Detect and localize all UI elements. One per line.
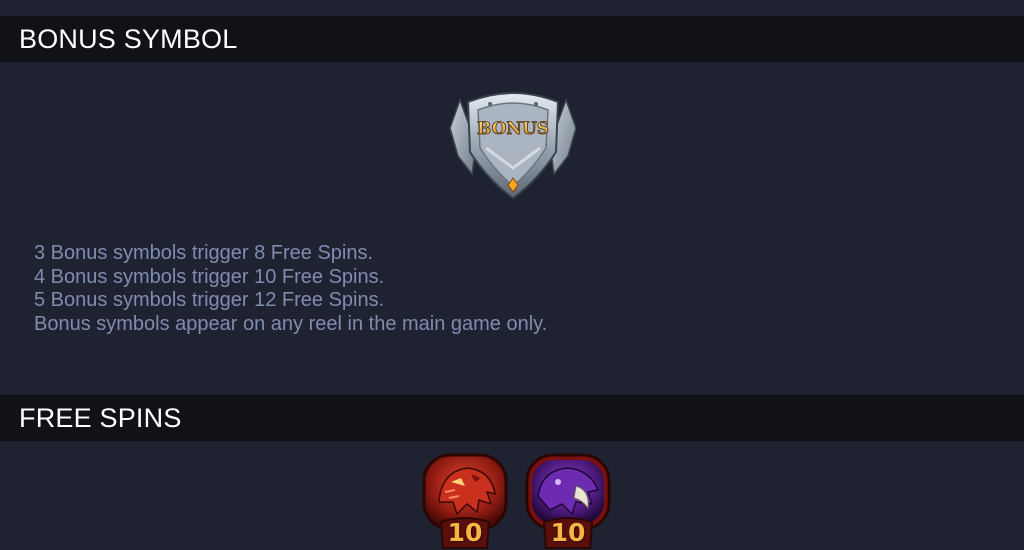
rule-line: 3 Bonus symbols trigger 8 Free Spins. — [34, 242, 374, 264]
purple-dragon-icon: 10 — [524, 452, 612, 550]
bonus-shield-label: BONUS — [477, 119, 549, 139]
rule-line: 5 Bonus symbols trigger 12 Free Spins. — [34, 289, 385, 311]
free-spins-header: FREE SPINS — [0, 395, 1024, 441]
paytable-page: BONUS SYMBOL BONUS 3 Bonus symbols trigg… — [0, 0, 1024, 550]
top-strip — [0, 0, 1024, 16]
rule-line: Bonus symbols appear on any reel in the … — [34, 312, 548, 335]
red-dragon-icon: 10 — [421, 452, 509, 550]
red-dragon-value: 10 — [447, 518, 483, 547]
rule-line: 4 Bonus symbols trigger 10 Free Spins. — [34, 265, 385, 288]
bonus-shield-icon: BONUS — [446, 82, 580, 200]
bonus-rules: 3 Bonus symbols trigger 8 Free Spins. 4 … — [34, 242, 547, 336]
bonus-symbol-header: BONUS SYMBOL — [0, 16, 1024, 62]
purple-dragon-value: 10 — [550, 518, 586, 547]
